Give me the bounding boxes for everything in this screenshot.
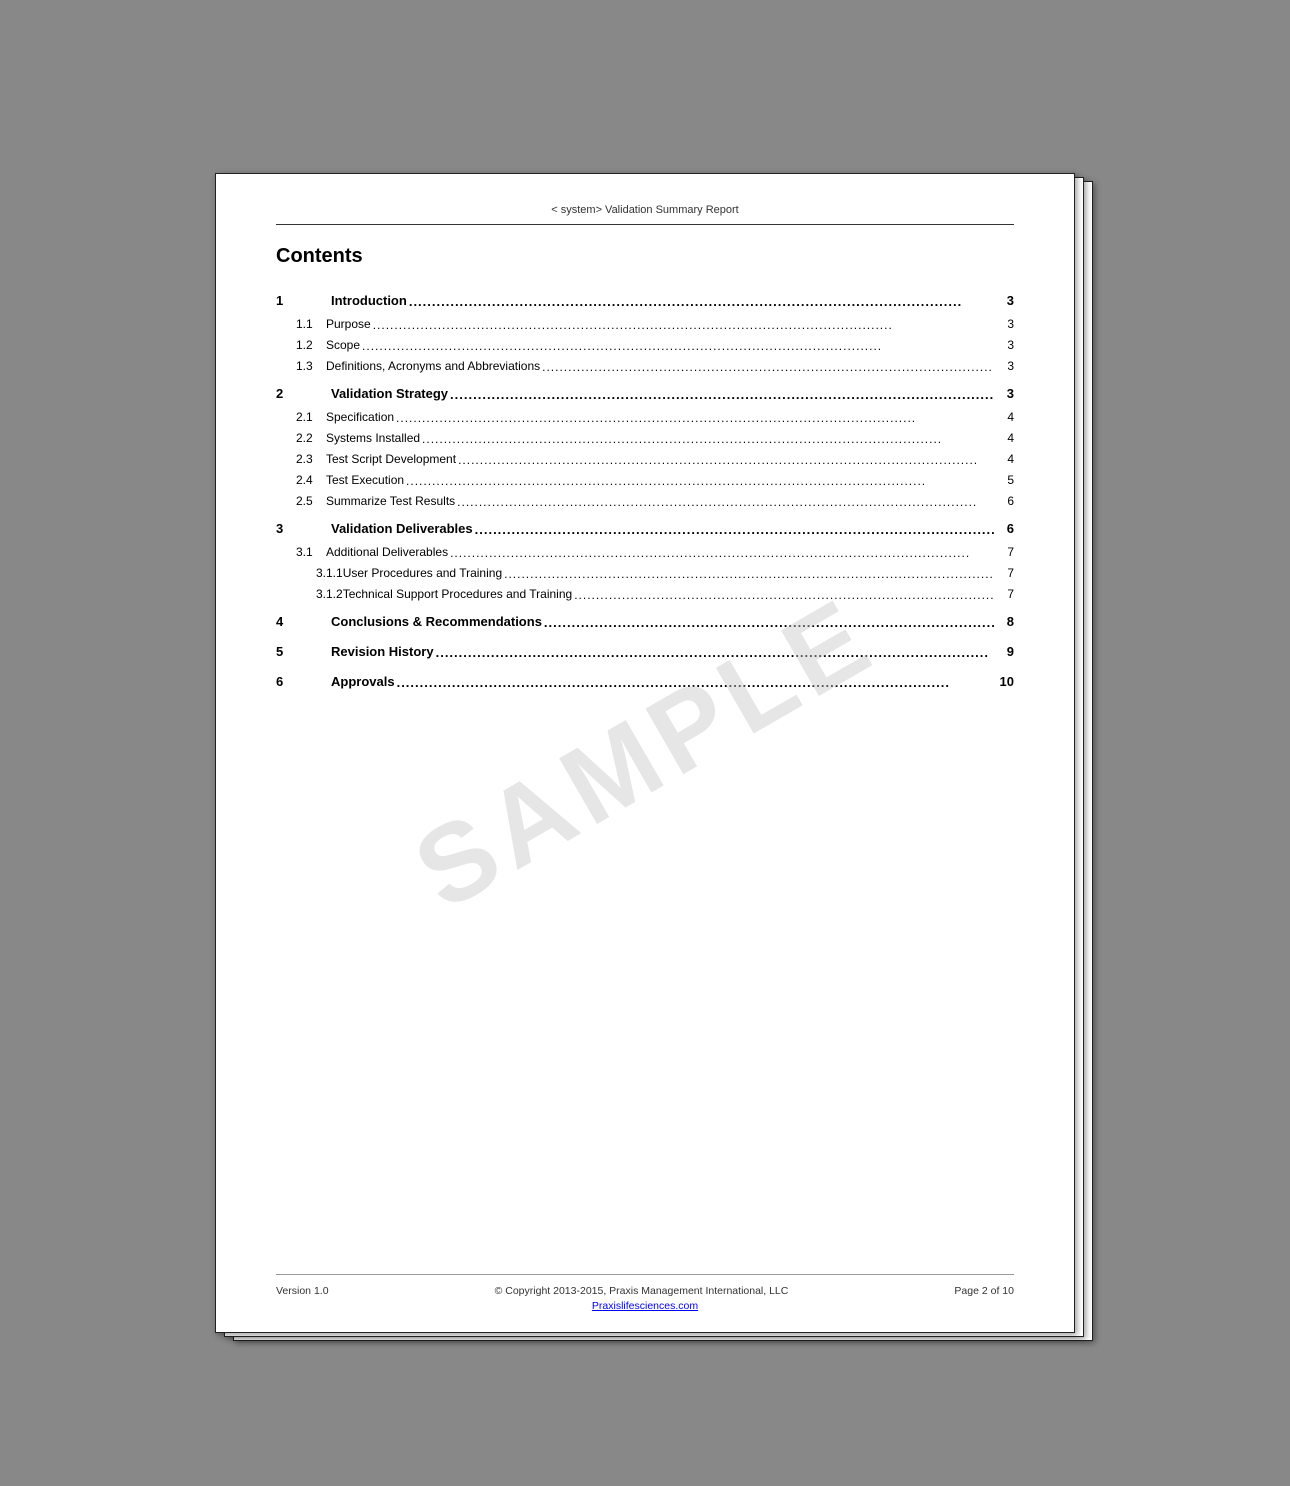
- toc-entry-2-2: 2.2Systems Installed....................…: [276, 428, 1014, 449]
- toc-title: Summarize Test Results: [326, 491, 455, 512]
- toc-entry-3-1-1: 3.1.1User Procedures and Training.......…: [276, 563, 1014, 584]
- toc-title: Definitions, Acronyms and Abbreviations: [326, 356, 540, 377]
- toc-title: Purpose: [326, 314, 371, 335]
- toc-entry-2-4: 2.4Test Execution.......................…: [276, 470, 1014, 491]
- toc-entry-1: 1Introduction...........................…: [276, 284, 1014, 314]
- toc-entry-4: 4Conclusions & Recommendations..........…: [276, 605, 1014, 635]
- toc-title: Revision History: [331, 639, 434, 665]
- toc-dots: ........................................…: [572, 585, 994, 606]
- toc-page: 10: [994, 669, 1014, 695]
- toc-dots: ........................................…: [407, 289, 994, 315]
- footer-version: Version 1.0: [276, 1285, 329, 1297]
- toc-entry-6: 6Approvals..............................…: [276, 665, 1014, 695]
- toc-page: 4: [994, 428, 1014, 449]
- toc-page: 7: [994, 584, 1014, 605]
- toc-dots: ........................................…: [395, 670, 994, 696]
- toc-page: 4: [994, 407, 1014, 428]
- toc-entry-2-1: 2.1Specification........................…: [276, 407, 1014, 428]
- toc-title: Introduction: [331, 288, 407, 314]
- toc-title: Specification: [326, 407, 394, 428]
- toc-num: 1.2: [276, 335, 326, 356]
- toc-page: 3: [994, 381, 1014, 407]
- toc: 1Introduction...........................…: [276, 284, 1014, 1254]
- footer-page: Page 2 of 10: [954, 1285, 1014, 1297]
- toc-page: 6: [994, 491, 1014, 512]
- toc-dots: ........................................…: [394, 408, 994, 429]
- toc-num: 2.4: [276, 470, 326, 491]
- toc-page: 3: [994, 335, 1014, 356]
- toc-title: Validation Strategy: [331, 381, 448, 407]
- toc-dots: ........................................…: [540, 357, 994, 378]
- toc-dots: ........................................…: [360, 336, 994, 357]
- toc-num: 2.1: [276, 407, 326, 428]
- toc-dots: ........................................…: [448, 382, 994, 408]
- page-stack: < system> Validation Summary Report < sy…: [215, 173, 1075, 1353]
- toc-entry-5: 5Revision History.......................…: [276, 635, 1014, 665]
- toc-entry-2-3: 2.3Test Script Development..............…: [276, 449, 1014, 470]
- toc-num: 5: [276, 639, 331, 665]
- toc-title: Validation Deliverables: [331, 516, 473, 542]
- toc-entry-1-2: 1.2Scope................................…: [276, 335, 1014, 356]
- toc-title: Systems Installed: [326, 428, 420, 449]
- page-content: < system> Validation Summary Report Cont…: [216, 174, 1074, 1332]
- toc-dots: ........................................…: [455, 492, 994, 513]
- toc-page: 7: [994, 563, 1014, 584]
- toc-entry-2: 2Validation Strategy....................…: [276, 377, 1014, 407]
- toc-title: Additional Deliverables: [326, 542, 448, 563]
- toc-num: 2.3: [276, 449, 326, 470]
- toc-dots: ........................................…: [420, 429, 994, 450]
- toc-dots: ........................................…: [502, 564, 994, 585]
- toc-num: 2.5: [276, 491, 326, 512]
- document-header: < system> Validation Summary Report: [276, 204, 1014, 225]
- toc-dots: ........................................…: [456, 450, 994, 471]
- footer-link[interactable]: Praxislifesciences.com: [592, 1300, 698, 1312]
- toc-num: 1.1: [276, 314, 326, 335]
- toc-dots: ........................................…: [404, 471, 994, 492]
- toc-num: 1.3: [276, 356, 326, 377]
- toc-page: 4: [994, 449, 1014, 470]
- toc-entry-2-5: 2.5Summarize Test Results...............…: [276, 491, 1014, 512]
- toc-num: 3.1.2: [276, 584, 343, 605]
- toc-dots: ........................................…: [448, 543, 994, 564]
- toc-dots: ........................................…: [434, 640, 994, 666]
- toc-entry-1-1: 1.1Purpose..............................…: [276, 314, 1014, 335]
- footer-row: Version 1.0 © Copyright 2013-2015, Praxi…: [276, 1285, 1014, 1297]
- toc-entry-1-3: 1.3Definitions, Acronyms and Abbreviatio…: [276, 356, 1014, 377]
- page-front: SAMPLE < system> Validation Summary Repo…: [215, 173, 1075, 1333]
- toc-page: 3: [994, 288, 1014, 314]
- toc-page: 8: [994, 609, 1014, 635]
- toc-num: 1: [276, 288, 331, 314]
- page-footer: Version 1.0 © Copyright 2013-2015, Praxi…: [276, 1274, 1014, 1312]
- toc-dots: ........................................…: [473, 517, 994, 543]
- toc-page: 3: [994, 356, 1014, 377]
- toc-num: 4: [276, 609, 331, 635]
- toc-dots: ........................................…: [542, 610, 994, 636]
- toc-num: 3.1.1: [276, 563, 343, 584]
- toc-title: Conclusions & Recommendations: [331, 609, 542, 635]
- toc-page: 5: [994, 470, 1014, 491]
- toc-dots: ........................................…: [371, 315, 994, 336]
- toc-title: Scope: [326, 335, 360, 356]
- toc-title: Technical Support Procedures and Trainin…: [343, 584, 572, 605]
- toc-title: User Procedures and Training: [343, 563, 502, 584]
- toc-num: 3.1: [276, 542, 326, 563]
- toc-title: Approvals: [331, 669, 395, 695]
- toc-page: 6: [994, 516, 1014, 542]
- toc-title: Test Script Development: [326, 449, 456, 470]
- contents-heading: Contents: [276, 245, 1014, 268]
- toc-page: 9: [994, 639, 1014, 665]
- toc-num: 6: [276, 669, 331, 695]
- toc-page: 7: [994, 542, 1014, 563]
- toc-entry-3-1: 3.1Additional Deliverables..............…: [276, 542, 1014, 563]
- toc-num: 2: [276, 381, 331, 407]
- toc-entry-3-1-2: 3.1.2Technical Support Procedures and Tr…: [276, 584, 1014, 605]
- footer-copyright: © Copyright 2013-2015, Praxis Management…: [495, 1285, 789, 1297]
- toc-page: 3: [994, 314, 1014, 335]
- toc-num: 3: [276, 516, 331, 542]
- toc-entry-3: 3Validation Deliverables................…: [276, 512, 1014, 542]
- toc-num: 2.2: [276, 428, 326, 449]
- toc-title: Test Execution: [326, 470, 404, 491]
